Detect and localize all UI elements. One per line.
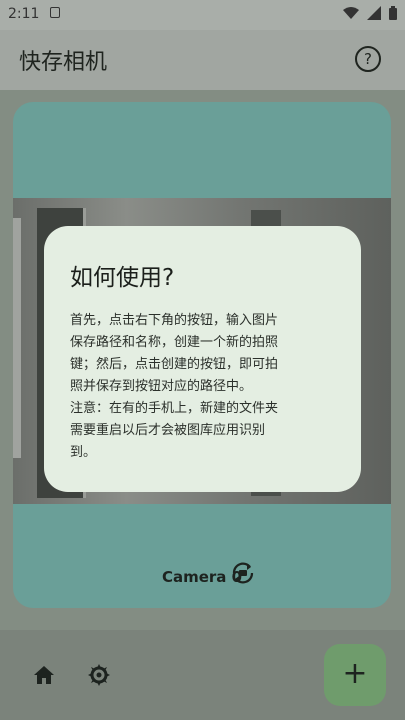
camera-switch-icon[interactable] (230, 560, 256, 586)
camera-label: Camera 0 (161, 568, 243, 586)
help-icon[interactable]: ? (355, 46, 381, 72)
camera-preview-strip (13, 218, 21, 458)
notification-icon (50, 7, 60, 18)
app-bar: 快存相机 ? (0, 30, 405, 90)
wifi-icon (343, 6, 359, 19)
gear-icon[interactable] (87, 663, 111, 687)
status-icons (343, 6, 397, 20)
help-dialog: 如何使用? 首先，点击右下角的按钮，输入图片 保存路径和名称，创建一个新的拍照 … (44, 226, 361, 492)
app-title: 快存相机 (19, 50, 108, 75)
add-button[interactable]: + (324, 644, 386, 706)
signal-icon (367, 6, 381, 20)
home-icon[interactable] (33, 664, 55, 686)
status-time: 2:11 (8, 6, 40, 22)
battery-icon (389, 6, 397, 20)
dialog-body: 首先，点击右下角的按钮，输入图片 保存路径和名称，创建一个新的拍照 键；然后，点… (70, 313, 279, 460)
dialog-title: 如何使用? (70, 265, 175, 291)
bottom-bar: + (0, 630, 405, 720)
status-bar: 2:11 (0, 0, 405, 30)
